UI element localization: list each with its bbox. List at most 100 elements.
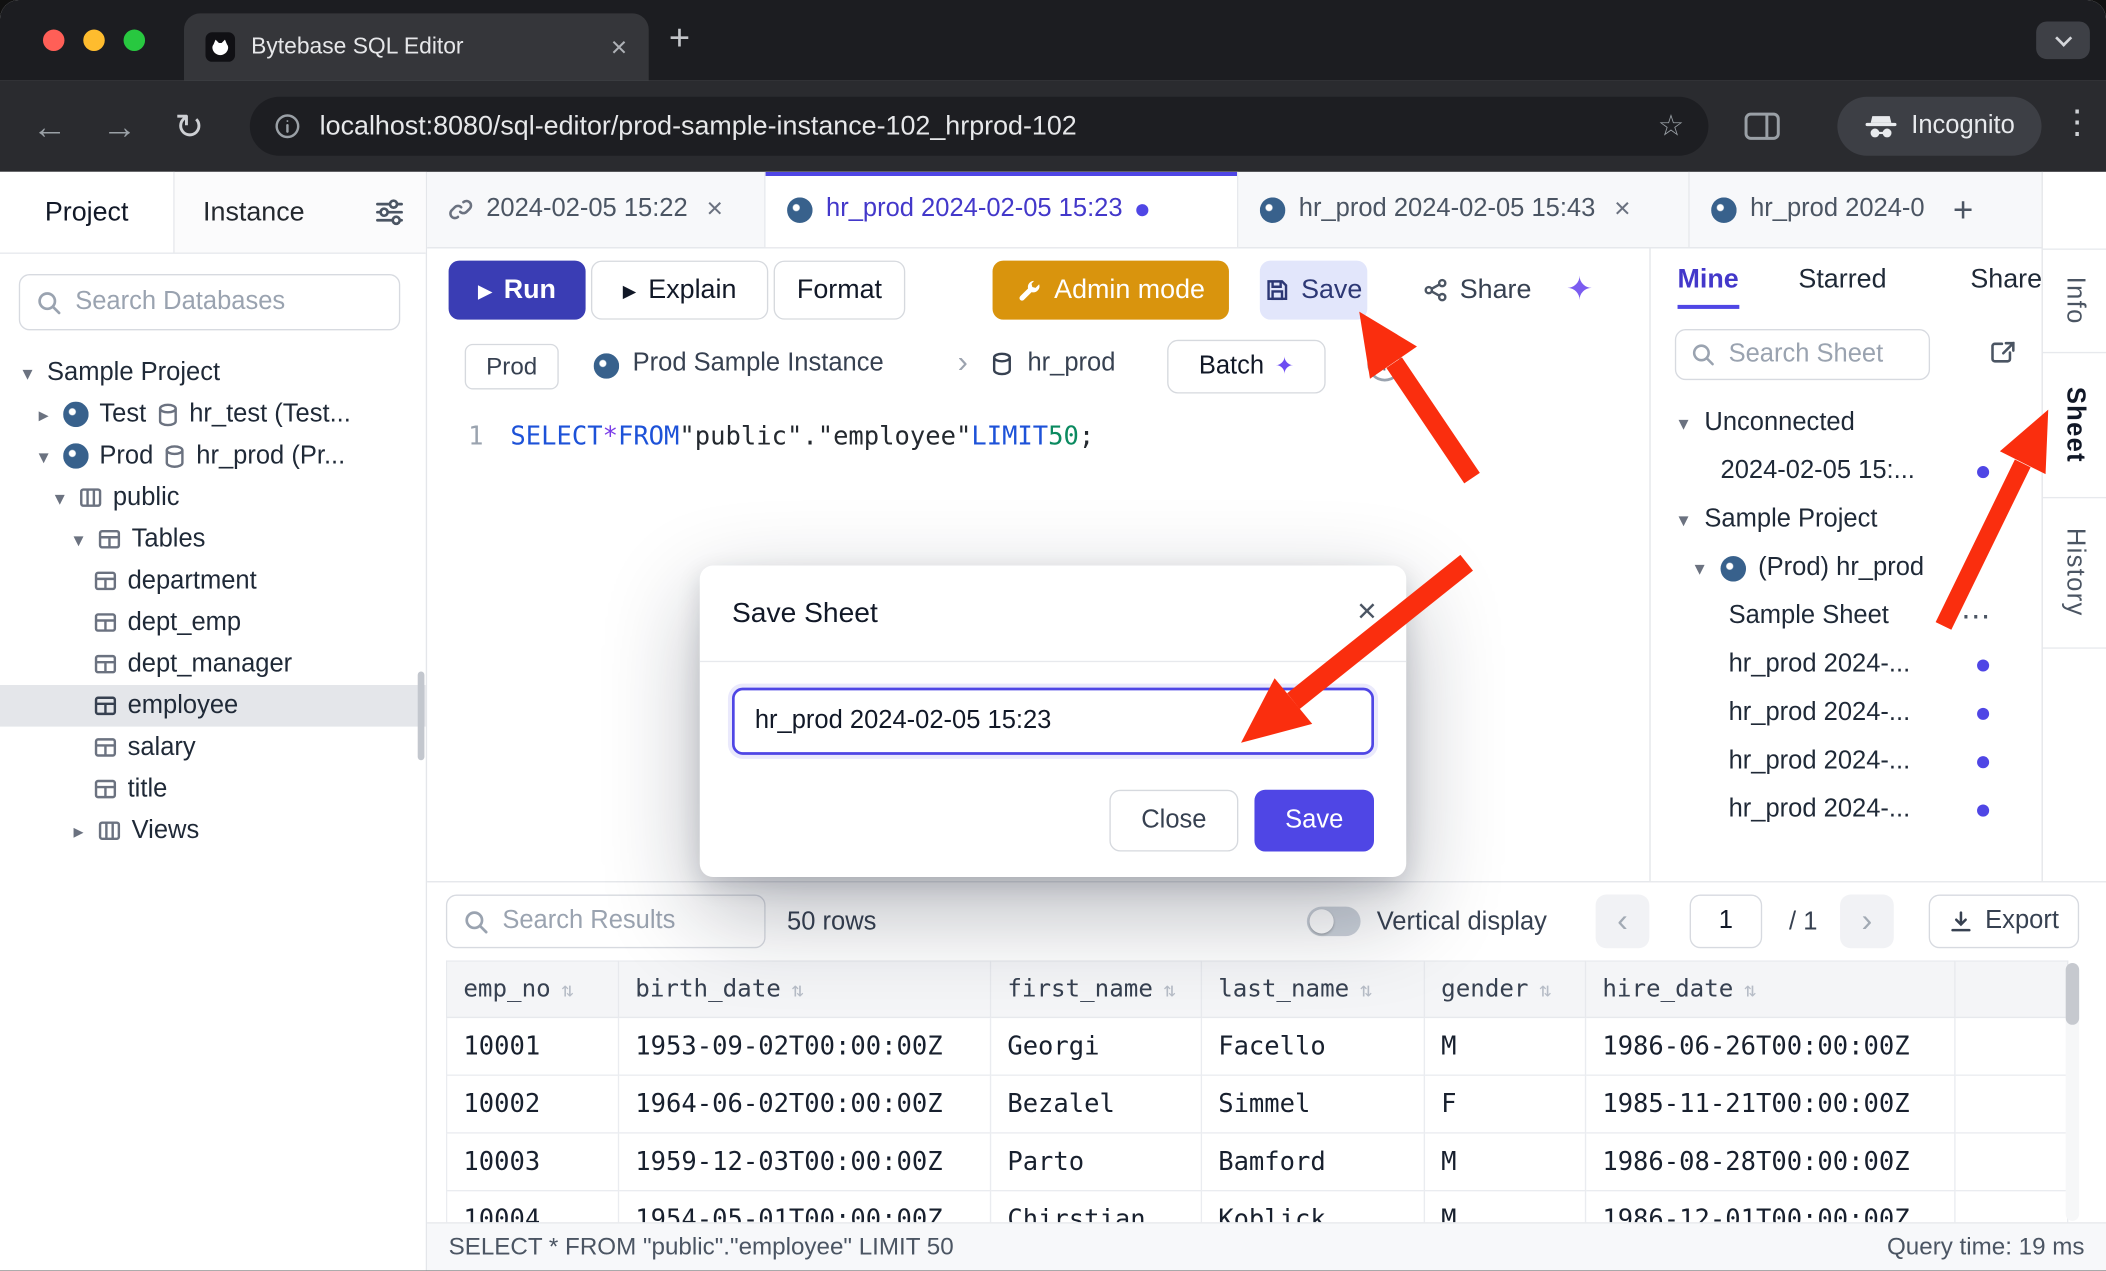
- new-tab-button[interactable]: +: [669, 17, 690, 59]
- more-actions-icon[interactable]: ⋯: [1961, 599, 1991, 634]
- column-header-last-name[interactable]: last_name⇅: [1201, 961, 1424, 1017]
- bookmark-star-icon[interactable]: ☆: [1658, 109, 1685, 144]
- tab-history[interactable]: History: [2043, 497, 2106, 647]
- tab-sheet[interactable]: Sheet: [2043, 352, 2106, 497]
- tree-item-table-employee[interactable]: employee: [0, 685, 426, 727]
- open-sheet-icon[interactable]: [1989, 340, 2017, 366]
- caret-right-icon[interactable]: ▸: [70, 819, 87, 843]
- tree-item-table-dept-manager[interactable]: dept_manager: [0, 643, 426, 685]
- column-header-hire-date[interactable]: hire_date⇅: [1586, 961, 1955, 1017]
- help-icon[interactable]: ?: [1367, 347, 1402, 382]
- tree-item-hr-prod[interactable]: ▾ Prod hr_prod (Pr...: [0, 435, 426, 477]
- editor-tab-1[interactable]: 2024-02-05 15:22 ×: [427, 172, 765, 247]
- tree-item-schema-public[interactable]: ▾ public: [0, 477, 426, 519]
- tab-info[interactable]: Info: [2043, 248, 2106, 351]
- sheet-item[interactable]: hr_prod 2024-...: [1651, 786, 2042, 834]
- table-row[interactable]: 100011953-09-02T00:00:00ZGeorgiFacelloM1…: [447, 1017, 2068, 1075]
- tree-item-tables-group[interactable]: ▾ Tables: [0, 518, 426, 560]
- batch-button[interactable]: Batch ✦: [1167, 340, 1325, 394]
- sort-icon[interactable]: ⇅: [1744, 978, 1756, 1002]
- dialog-save-button[interactable]: Save: [1254, 790, 1374, 852]
- window-zoom-button[interactable]: [124, 30, 145, 51]
- editor-tab-2-active[interactable]: hr_prod 2024-02-05 15:23: [766, 172, 1239, 247]
- save-sheet-button[interactable]: Save: [1260, 261, 1367, 320]
- column-header-birth-date[interactable]: birth_date⇅: [619, 961, 991, 1017]
- sort-icon[interactable]: ⇅: [561, 978, 573, 1002]
- url-text[interactable]: localhost:8080/sql-editor/prod-sample-in…: [320, 111, 1639, 142]
- environment-chip[interactable]: Prod: [465, 344, 559, 390]
- tab-instance[interactable]: Instance: [175, 172, 333, 253]
- sort-icon[interactable]: ⇅: [1164, 978, 1176, 1002]
- browser-menu-icon[interactable]: ⋮: [2060, 102, 2094, 142]
- sheet-item[interactable]: hr_prod 2024-...: [1651, 689, 2042, 737]
- sidebar-scrollbar-thumb[interactable]: [418, 672, 425, 761]
- tree-item-table-salary[interactable]: salary: [0, 727, 426, 769]
- column-header-first-name[interactable]: first_name⇅: [991, 961, 1202, 1017]
- dialog-close-button[interactable]: Close: [1109, 790, 1238, 852]
- database-search-input[interactable]: [75, 287, 383, 317]
- caret-down-icon[interactable]: ▾: [1675, 508, 1692, 532]
- side-panel-icon[interactable]: [1743, 111, 1781, 141]
- sort-icon[interactable]: ⇅: [1539, 978, 1551, 1002]
- filter-settings-icon[interactable]: [375, 199, 405, 226]
- page-number-input[interactable]: [1690, 895, 1763, 949]
- sql-editor[interactable]: 1SELECT * FROM "public"."employee" LIMIT…: [427, 416, 1094, 456]
- prev-page-button[interactable]: ‹: [1596, 895, 1650, 949]
- caret-down-icon[interactable]: ▾: [1691, 556, 1708, 580]
- tree-item-table-title[interactable]: title: [0, 768, 426, 810]
- caret-down-icon[interactable]: ▾: [35, 444, 52, 468]
- sheet-name-input[interactable]: [732, 688, 1374, 755]
- back-button[interactable]: ←: [32, 99, 67, 153]
- tree-item-table-dept-emp[interactable]: dept_emp: [0, 602, 426, 644]
- explain-button[interactable]: ▶ Explain: [591, 261, 768, 320]
- dialog-close-icon[interactable]: ×: [1357, 592, 1377, 631]
- column-header-emp-no[interactable]: emp_no⇅: [447, 961, 619, 1017]
- run-button[interactable]: ▶ Run: [449, 261, 586, 320]
- window-minimize-button[interactable]: [83, 30, 104, 51]
- tab-mine[interactable]: Mine: [1678, 265, 1739, 309]
- tree-item-views-group[interactable]: ▸ Views: [0, 810, 426, 852]
- sort-icon[interactable]: ⇅: [1360, 978, 1372, 1002]
- tab-share[interactable]: Share: [1970, 265, 2042, 296]
- admin-mode-button[interactable]: Admin mode: [993, 261, 1229, 320]
- sheet-search-input[interactable]: [1729, 340, 1914, 370]
- sheet-group-sample-project[interactable]: ▾ Sample Project: [1651, 496, 2042, 544]
- share-button[interactable]: Share: [1416, 261, 1540, 320]
- editor-tab-3[interactable]: hr_prod 2024-02-05 15:43 ×: [1238, 172, 1689, 247]
- caret-down-icon[interactable]: ▾: [51, 486, 68, 510]
- tab-search-button[interactable]: [2036, 21, 2090, 59]
- close-tab-icon[interactable]: ×: [706, 193, 722, 225]
- tree-item-sample-project[interactable]: ▾ Sample Project: [0, 352, 426, 394]
- caret-down-icon[interactable]: ▾: [19, 361, 36, 385]
- table-row[interactable]: 100031959-12-03T00:00:00ZPartoBamfordM19…: [447, 1133, 2068, 1191]
- tab-starred[interactable]: Starred: [1798, 265, 1886, 296]
- caret-down-icon[interactable]: ▾: [70, 527, 87, 551]
- caret-down-icon[interactable]: ▾: [1675, 411, 1692, 435]
- tree-item-table-department[interactable]: department: [0, 560, 426, 602]
- next-page-button[interactable]: ›: [1840, 895, 1894, 949]
- ai-sparkle-icon[interactable]: ✦: [1566, 270, 1593, 309]
- table-scrollbar[interactable]: [2066, 963, 2079, 1221]
- breadcrumb-instance[interactable]: Prod Sample Instance: [633, 349, 884, 379]
- column-header-gender[interactable]: gender⇅: [1424, 961, 1585, 1017]
- tree-item-hr-test[interactable]: ▸ Test hr_test (Test...: [0, 394, 426, 436]
- site-info-icon[interactable]: [274, 113, 301, 140]
- tab-close-icon[interactable]: ×: [611, 33, 627, 61]
- table-row[interactable]: 100041954-05-01T00:00:00ZChirstianKoblic…: [447, 1191, 2068, 1224]
- sheet-group-unconnected[interactable]: ▾ Unconnected: [1651, 399, 2042, 447]
- close-tab-icon[interactable]: ×: [1614, 193, 1630, 225]
- caret-right-icon[interactable]: ▸: [35, 402, 52, 426]
- export-button[interactable]: Export: [1929, 895, 2079, 949]
- breadcrumb-database[interactable]: hr_prod: [1027, 349, 1115, 379]
- vertical-display-toggle[interactable]: [1307, 907, 1361, 937]
- sort-icon[interactable]: ⇅: [792, 978, 804, 1002]
- sheet-item[interactable]: hr_prod 2024-...: [1651, 641, 2042, 689]
- sheet-item[interactable]: 2024-02-05 15:...: [1651, 447, 2042, 495]
- reload-button[interactable]: ↻: [175, 99, 204, 153]
- editor-tab-4[interactable]: hr_prod 2024-0: [1690, 172, 1940, 247]
- address-bar[interactable]: localhost:8080/sql-editor/prod-sample-in…: [250, 97, 1709, 156]
- sheet-group-database[interactable]: ▾ (Prod) hr_prod: [1651, 544, 2042, 592]
- format-button[interactable]: Format: [774, 261, 906, 320]
- forward-button[interactable]: →: [102, 99, 137, 153]
- tab-project[interactable]: Project: [0, 172, 175, 253]
